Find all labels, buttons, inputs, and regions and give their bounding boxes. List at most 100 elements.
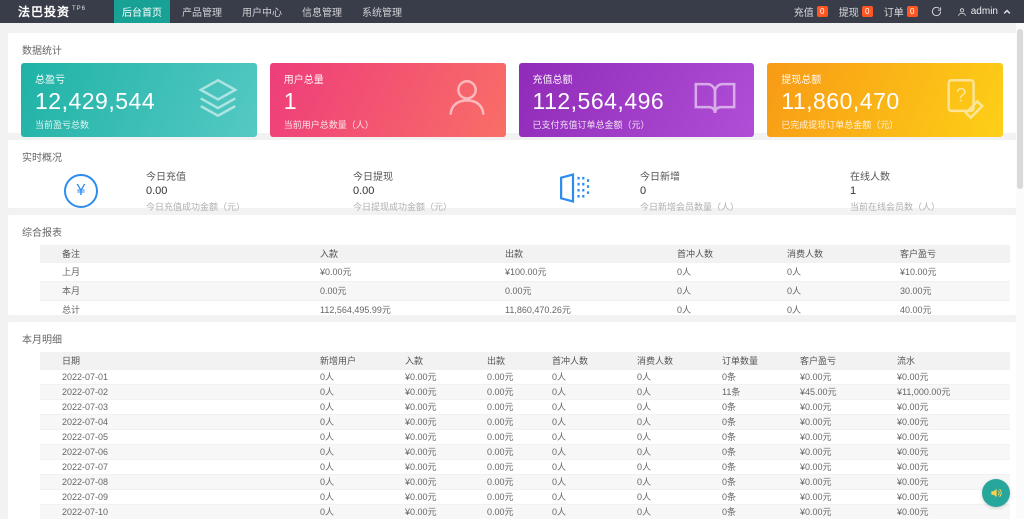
- user-menu[interactable]: admin: [957, 6, 1012, 17]
- column-header: 出款: [483, 245, 655, 262]
- table-cell: ¥0.00元: [875, 459, 1010, 474]
- table-cell: 0条: [700, 474, 778, 489]
- scrollbar-thumb[interactable]: [1017, 29, 1023, 189]
- table-cell: ¥0.00元: [778, 444, 875, 459]
- table-cell: 0.00元: [465, 504, 530, 519]
- nav-item-info[interactable]: 信息管理: [294, 0, 350, 23]
- table-cell: ¥0.00元: [778, 399, 875, 414]
- nav-item-products[interactable]: 产品管理: [174, 0, 230, 23]
- table-row: 上月¥0.00元¥100.00元0人0人¥10.00元: [40, 262, 1010, 281]
- table-cell: ¥0.00元: [383, 444, 465, 459]
- table-cell: 11条: [700, 384, 778, 399]
- stat-desc: 今日新增会员数量（人）: [640, 200, 802, 213]
- table-cell: ¥0.00元: [383, 459, 465, 474]
- table-cell: 0.00元: [298, 281, 483, 300]
- table-cell: 0人: [530, 429, 615, 444]
- user-total-card[interactable]: 用户总量 1 当前用户总数量（人）: [270, 63, 506, 137]
- table-cell: ¥0.00元: [875, 429, 1010, 444]
- table-cell: ¥10.00元: [878, 262, 1010, 281]
- building-data-icon: [554, 169, 592, 212]
- table-cell: ¥0.00元: [875, 414, 1010, 429]
- column-header: 首冲人数: [655, 245, 765, 262]
- orders-label: 订单: [884, 4, 904, 19]
- app-logo-version: TP6: [72, 6, 86, 12]
- orders-shortcut[interactable]: 订单 0: [884, 4, 918, 19]
- table-row: 2022-07-030人¥0.00元0.00元0人0人0条¥0.00元¥0.00…: [40, 399, 1010, 414]
- table-cell: 2022-07-08: [40, 474, 298, 489]
- column-header: 备注: [40, 245, 298, 262]
- table-cell: 上月: [40, 262, 298, 281]
- scrollbar[interactable]: [1016, 23, 1024, 519]
- table-cell: ¥0.00元: [383, 384, 465, 399]
- data-stats-panel: 数据统计 总盈亏 12,429,544 当前盈亏总数 用户总量 1 当前用户总数…: [8, 33, 1016, 133]
- table-header-row: 日期新增用户入款出款首冲人数消费人数订单数量客户盈亏流水: [40, 352, 1010, 369]
- table-cell: 0人: [615, 384, 700, 399]
- realtime-panel: 实时概况 ¥ 今日充值 0.00 今日充值成功金额（元） 今日提现 0.00 今…: [8, 140, 1016, 208]
- table-cell: 0人: [530, 459, 615, 474]
- column-header: 消费人数: [615, 352, 700, 369]
- table-cell: ¥0.00元: [875, 504, 1010, 519]
- stat-desc: 今日充值成功金额（元）: [146, 200, 305, 213]
- table-row: 总计112,564,495.99元11,860,470.26元0人0人40.00…: [40, 300, 1010, 319]
- table-cell: 0人: [298, 399, 383, 414]
- column-header: 订单数量: [700, 352, 778, 369]
- table-cell: 0.00元: [465, 399, 530, 414]
- summary-report-title: 综合报表: [8, 215, 1016, 239]
- table-cell: ¥0.00元: [383, 489, 465, 504]
- column-header: 客户盈亏: [878, 245, 1010, 262]
- table-cell: 0.00元: [465, 384, 530, 399]
- table-cell: 0人: [615, 459, 700, 474]
- table-cell: 0人: [530, 384, 615, 399]
- yen-circle-icon: ¥: [64, 174, 98, 208]
- stat-value: 0: [640, 185, 802, 197]
- withdraw-shortcut[interactable]: 提现 0: [839, 4, 873, 19]
- nav-item-system[interactable]: 系统管理: [354, 0, 410, 23]
- table-cell: 总计: [40, 300, 298, 319]
- withdraw-total-card[interactable]: 提现总额 11,860,470 已完成提现订单总金额（元） ?: [767, 63, 1003, 137]
- nav-item-users[interactable]: 用户中心: [234, 0, 290, 23]
- table-row: 2022-07-020人¥0.00元0.00元0人0人11条¥45.00元¥11…: [40, 384, 1010, 399]
- summary-report-table: 备注入款出款首冲人数消费人数客户盈亏 上月¥0.00元¥100.00元0人0人¥…: [40, 245, 1010, 319]
- table-cell: 0人: [765, 300, 878, 319]
- recharge-count-badge: 0: [817, 6, 828, 17]
- today-recharge-stat: 今日充值 0.00 今日充值成功金额（元）: [146, 168, 305, 213]
- monthly-detail-title: 本月明细: [8, 322, 1016, 346]
- online-members-stat: 在线人数 1 当前在线会员数（人）: [850, 168, 1012, 213]
- table-cell: ¥0.00元: [778, 504, 875, 519]
- table-cell: 0.00元: [465, 429, 530, 444]
- data-stats-title: 数据统计: [8, 33, 1016, 57]
- column-header: 新增用户: [298, 352, 383, 369]
- table-cell: ¥0.00元: [778, 414, 875, 429]
- column-header: 流水: [875, 352, 1010, 369]
- profit-total-card[interactable]: 总盈亏 12,429,544 当前盈亏总数: [21, 63, 257, 137]
- recharge-shortcut[interactable]: 充值 0: [794, 4, 828, 19]
- table-cell: 0人: [298, 459, 383, 474]
- table-cell: ¥45.00元: [778, 384, 875, 399]
- table-cell: 2022-07-07: [40, 459, 298, 474]
- table-cell: 0人: [530, 369, 615, 384]
- announcement-float-button[interactable]: [982, 479, 1010, 507]
- nav-item-dashboard[interactable]: 后台首页: [114, 0, 170, 23]
- table-cell: 0人: [298, 369, 383, 384]
- table-cell: 2022-07-03: [40, 399, 298, 414]
- table-cell: 0.00元: [483, 281, 655, 300]
- table-cell: 0人: [530, 474, 615, 489]
- table-cell: 0人: [530, 399, 615, 414]
- table-cell: ¥0.00元: [875, 369, 1010, 384]
- refresh-icon[interactable]: [931, 6, 942, 17]
- table-cell: 0人: [765, 262, 878, 281]
- question-file-icon: ?: [941, 75, 987, 126]
- table-cell: 0人: [298, 429, 383, 444]
- table-cell: 0人: [615, 489, 700, 504]
- table-cell: 2022-07-10: [40, 504, 298, 519]
- app-logo[interactable]: 法巴投资TP6: [0, 0, 112, 23]
- person-icon: [957, 7, 967, 17]
- table-cell: ¥0.00元: [778, 429, 875, 444]
- recharge-total-card[interactable]: 充值总额 112,564,496 已支付充值订单总金额（元）: [519, 63, 755, 137]
- table-cell: 0.00元: [465, 369, 530, 384]
- column-header: 入款: [298, 245, 483, 262]
- top-navbar: 法巴投资TP6 后台首页 产品管理 用户中心 信息管理 系统管理 充值 0 提现…: [0, 0, 1024, 23]
- table-cell: 0条: [700, 399, 778, 414]
- table-cell: ¥0.00元: [383, 429, 465, 444]
- table-row: 2022-07-060人¥0.00元0.00元0人0人0条¥0.00元¥0.00…: [40, 444, 1010, 459]
